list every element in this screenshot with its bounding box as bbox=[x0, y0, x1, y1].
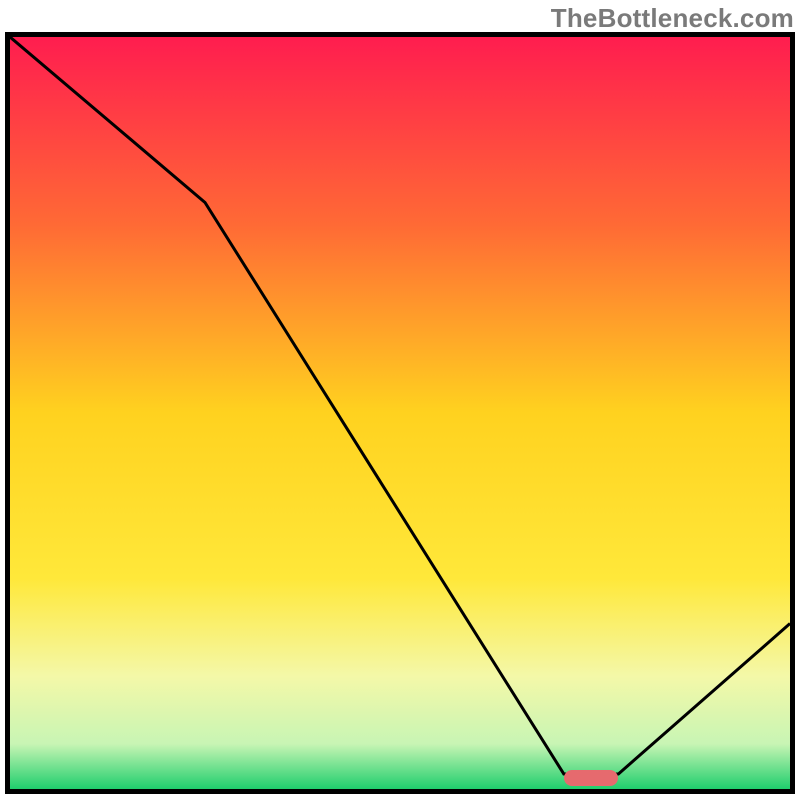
chart-stage: TheBottleneck.com bbox=[0, 0, 800, 800]
plot-area bbox=[10, 37, 790, 789]
plot-frame bbox=[5, 32, 795, 794]
watermark-text: TheBottleneck.com bbox=[551, 3, 794, 34]
bottleneck-curve bbox=[10, 37, 790, 789]
optimal-range-marker bbox=[564, 770, 619, 786]
